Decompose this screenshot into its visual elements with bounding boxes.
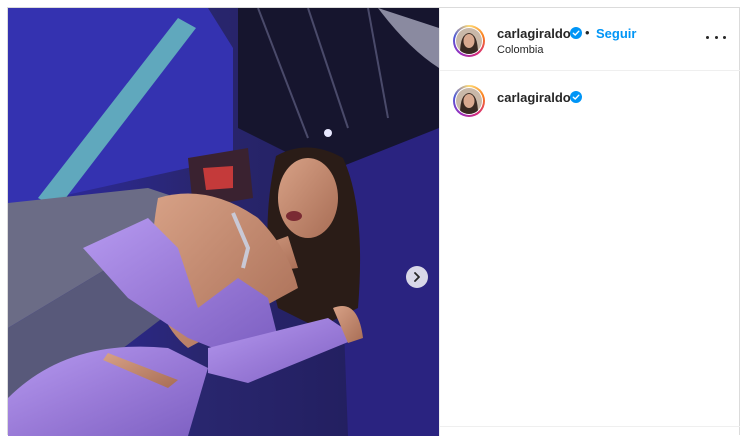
next-slide-button[interactable] (406, 266, 428, 288)
instagram-post: carlagiraldo • Seguir Colombia carlagira… (7, 7, 740, 436)
chevron-right-icon (414, 272, 420, 282)
caption-username[interactable]: carlagiraldo (497, 90, 571, 105)
verified-badge-icon (570, 91, 582, 103)
caption-avatar[interactable] (453, 85, 485, 117)
avatar-photo (456, 88, 482, 114)
post-header: carlagiraldo • Seguir Colombia (440, 8, 740, 71)
avatar[interactable] (453, 25, 485, 57)
avatar-photo (456, 28, 482, 54)
post-photo (8, 8, 439, 436)
divider (440, 426, 740, 427)
separator-dot: • (585, 25, 590, 40)
post-media[interactable] (8, 8, 439, 436)
more-options-icon[interactable] (706, 30, 726, 44)
username-link[interactable]: carlagiraldo (497, 26, 571, 41)
location-link[interactable]: Colombia (497, 44, 543, 56)
verified-badge-icon (570, 27, 582, 39)
follow-button[interactable]: Seguir (596, 26, 636, 41)
post-sidebar: carlagiraldo • Seguir Colombia carlagira… (439, 8, 740, 436)
